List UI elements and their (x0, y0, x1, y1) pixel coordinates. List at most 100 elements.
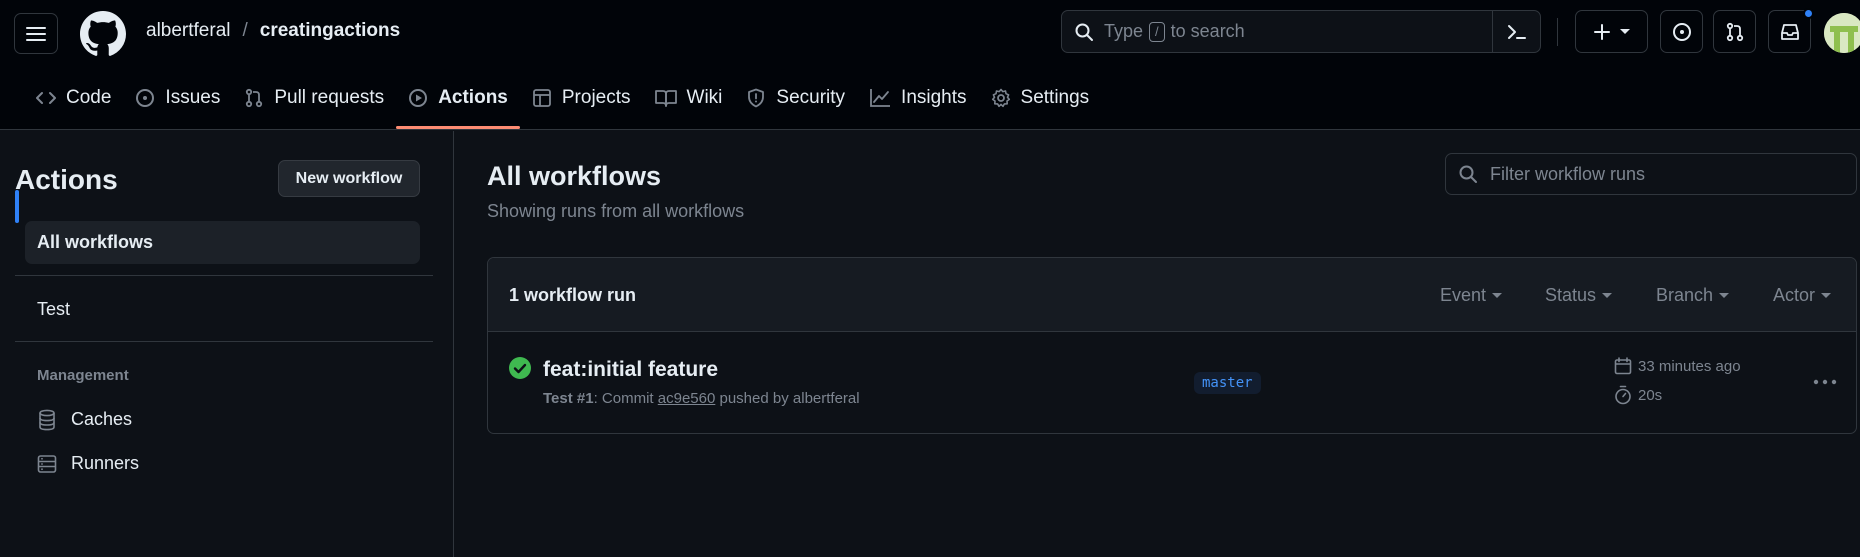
code-icon (36, 92, 56, 104)
active-indicator (15, 190, 19, 223)
run-commit-label: : Commit (593, 390, 654, 407)
tab-label: Actions (438, 87, 508, 108)
search-icon (1459, 165, 1477, 183)
create-new-button[interactable] (1575, 10, 1648, 53)
filter-label: Event (1440, 285, 1487, 305)
search-shortcut-key: / (1149, 21, 1165, 42)
repo-nav-tabs: Code Issues Pull requests Actions Projec… (24, 78, 1102, 129)
notification-indicator (1803, 8, 1814, 19)
breadcrumb: albertferal / creatingactions (146, 20, 400, 42)
repo-name-link[interactable]: creatingactions (260, 20, 400, 42)
commit-sha-link[interactable]: ac9e560 (658, 390, 716, 407)
tab-label: Settings (1020, 87, 1090, 108)
tab-label: Pull requests (274, 87, 385, 108)
plus-icon (1593, 23, 1610, 40)
run-time-text: 33 minutes ago (1638, 357, 1741, 375)
chevron-down-icon (1602, 293, 1613, 298)
tab-issues[interactable]: Issues (123, 78, 232, 118)
page-subtitle: Showing runs from all workflows (487, 201, 745, 221)
avatar[interactable] (1824, 13, 1860, 53)
stopwatch-icon (1615, 385, 1631, 405)
tab-label: Issues (165, 87, 221, 108)
tab-label: Security (776, 87, 846, 108)
filter-placeholder: Filter workflow runs (1490, 163, 1646, 184)
branch-badge[interactable]: master (1194, 372, 1261, 394)
global-search-input[interactable]: Type / to search (1061, 10, 1541, 53)
run-duration-text: 20s (1638, 386, 1663, 404)
kebab-horizontal-icon (1813, 379, 1837, 385)
sidebar-divider (15, 341, 433, 342)
run-meta: Test #1: Commit ac9e560 pushed by albert… (543, 390, 860, 407)
run-workflow-number: Test #1 (543, 390, 594, 407)
hamburger-icon (26, 26, 46, 41)
terminal-icon (1507, 24, 1526, 39)
sidebar-item-test[interactable]: Test (25, 288, 420, 331)
page-title: All workflows (487, 161, 662, 191)
tab-pull-requests[interactable]: Pull requests (232, 78, 396, 118)
command-palette-button[interactable] (1492, 11, 1540, 52)
table-row[interactable]: feat:initial feature Test #1: Commit ac9… (488, 332, 1856, 433)
issues-button[interactable] (1660, 10, 1703, 53)
tab-actions[interactable]: Actions (396, 78, 520, 129)
filter-label: Status (1545, 285, 1597, 305)
github-logo-icon[interactable] (80, 11, 126, 57)
filter-workflow-runs-input[interactable]: Filter workflow runs (1445, 153, 1857, 195)
filter-label: Actor (1773, 285, 1816, 305)
branch-filter-dropdown[interactable]: Branch (1656, 285, 1730, 306)
sidebar-item-label: Caches (71, 409, 133, 429)
run-pushed-by: pushed by albertferal (719, 390, 860, 407)
gear-icon (991, 88, 1010, 108)
chevron-down-icon (1619, 29, 1630, 34)
issue-icon (136, 89, 155, 107)
run-title-link[interactable]: feat:initial feature (543, 358, 718, 382)
sidebar-item-label: Runners (71, 453, 140, 473)
search-icon (1075, 23, 1093, 41)
workflow-runs-list: 1 workflow run Event Status Branch Actor… (487, 257, 1857, 434)
sidebar-item-label: All workflows (37, 232, 154, 252)
new-workflow-button[interactable]: New workflow (278, 160, 420, 197)
runs-list-header: 1 workflow run Event Status Branch Actor (488, 258, 1856, 332)
search-suffix: to search (1170, 21, 1245, 41)
tab-label: Insights (901, 87, 967, 108)
run-timestamp: 33 minutes ago (1614, 357, 1741, 375)
menu-button[interactable] (14, 13, 58, 54)
event-filter-dropdown[interactable]: Event (1440, 285, 1503, 306)
run-duration: 20s (1614, 385, 1662, 405)
tab-settings[interactable]: Settings (979, 78, 1102, 118)
pull-request-icon (246, 88, 263, 108)
sidebar-divider (15, 275, 433, 276)
chevron-down-icon (1719, 293, 1730, 298)
chevron-down-icon (1492, 293, 1503, 298)
play-icon (409, 89, 428, 107)
breadcrumb-separator: / (242, 20, 248, 41)
tab-projects[interactable]: Projects (520, 78, 643, 118)
pull-request-icon (1726, 22, 1743, 41)
sidebar-item-all-workflows[interactable]: All workflows (25, 221, 420, 264)
tab-code[interactable]: Code (24, 78, 123, 118)
check-circle-icon (509, 357, 531, 379)
sidebar-item-caches[interactable]: Caches (25, 398, 420, 441)
book-icon (654, 90, 677, 107)
pull-requests-button[interactable] (1713, 10, 1756, 53)
inbox-icon (1780, 23, 1799, 40)
actor-filter-dropdown[interactable]: Actor (1773, 285, 1832, 306)
search-prefix: Type (1104, 21, 1144, 41)
sidebar-item-label: Test (37, 299, 71, 319)
tab-security[interactable]: Security (734, 78, 857, 118)
management-heading: Management (37, 367, 129, 384)
tab-insights[interactable]: Insights (857, 78, 978, 118)
sidebar-title: Actions (15, 164, 118, 195)
status-filter-dropdown[interactable]: Status (1545, 285, 1613, 306)
sidebar-item-runners[interactable]: Runners (25, 442, 420, 485)
run-options-button[interactable] (1808, 368, 1842, 396)
server-icon (37, 454, 57, 473)
chevron-down-icon (1821, 293, 1832, 298)
tab-label: Projects (561, 87, 631, 108)
table-icon (532, 89, 551, 107)
tab-wiki[interactable]: Wiki (643, 78, 735, 118)
filter-label: Branch (1656, 285, 1714, 305)
shield-icon (748, 88, 765, 108)
repo-owner-link[interactable]: albertferal (146, 20, 231, 42)
runs-count: 1 workflow run (509, 285, 637, 305)
header-divider (1557, 18, 1558, 46)
